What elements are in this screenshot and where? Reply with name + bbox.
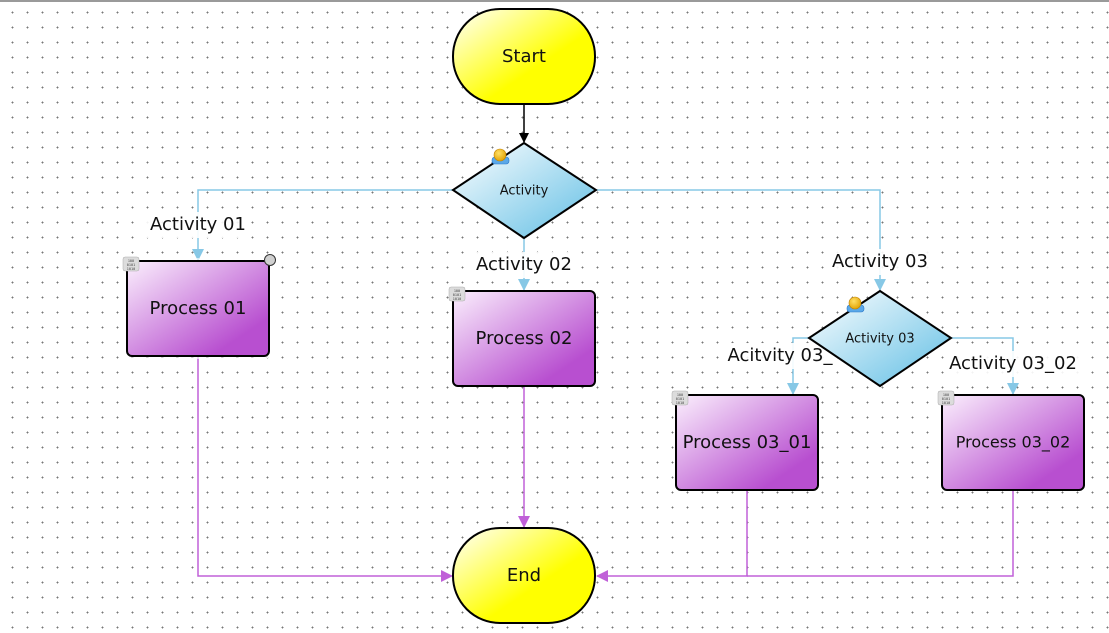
node-activity-03-decision[interactable]: Activity 03 [807,289,953,388]
node-process-02-label: Process 02 [476,328,573,349]
node-activity-03-label: Activity 03 [845,332,914,347]
edge-label-text: Activity 03 [832,251,928,272]
edge-label-activity-03-01[interactable]: Acitvity 03_ [724,343,836,369]
node-process-03-01-label: Process 03_01 [683,432,812,453]
node-start-label: Start [502,46,546,67]
edge-label-text: Activity 03_02 [949,353,1077,374]
node-process-03-02[interactable]: Process 03_02 100 0101 1010 [937,390,1085,491]
edge-process-03-02-to-end[interactable] [747,490,1014,577]
binary-data-icon: 100 0101 1010 [122,256,140,272]
edge-label-text: Acitvity 03_ [728,345,834,366]
node-activity-label: Activity [500,184,549,199]
binary-data-icon: 100 0101 1010 [937,390,955,406]
edge-label-activity-03[interactable]: Activity 03 [828,249,932,275]
node-end[interactable]: End [452,527,596,624]
svg-text:1010: 1010 [676,401,684,405]
edge-process-01-to-end[interactable] [197,357,453,582]
node-end-label: End [507,565,541,586]
svg-text:1010: 1010 [942,401,950,405]
svg-text:1010: 1010 [127,267,135,271]
edge-process-03-01-to-end[interactable] [596,490,748,582]
resize-handle[interactable] [264,254,276,266]
edge-label-activity-01[interactable]: Activity 01 [146,212,250,238]
edge-label-text: Activity 02 [476,254,572,275]
edge-label-activity-02[interactable]: Activity 02 [472,252,576,278]
node-process-03-02-label: Process 03_02 [956,433,1071,453]
node-process-03-01[interactable]: Process 03_01 100 0101 1010 [671,390,819,491]
diagram-canvas[interactable]: Activity 01 Activity 02 Activity 03 Acit… [0,0,1109,633]
node-process-01[interactable]: Process 01 100 0101 1010 [122,254,276,359]
edge-label-text: Activity 01 [150,214,246,235]
node-activity-decision[interactable]: Activity [451,141,598,240]
binary-data-icon: 100 0101 1010 [671,390,689,406]
node-process-02[interactable]: Process 02 100 0101 1010 [448,286,596,387]
node-process-01-label: Process 01 [150,298,247,319]
binary-data-icon: 100 0101 1010 [448,286,466,302]
node-start[interactable]: Start [452,8,596,105]
edge-label-activity-03-02[interactable]: Activity 03_02 [944,351,1084,377]
svg-text:1010: 1010 [453,297,461,301]
